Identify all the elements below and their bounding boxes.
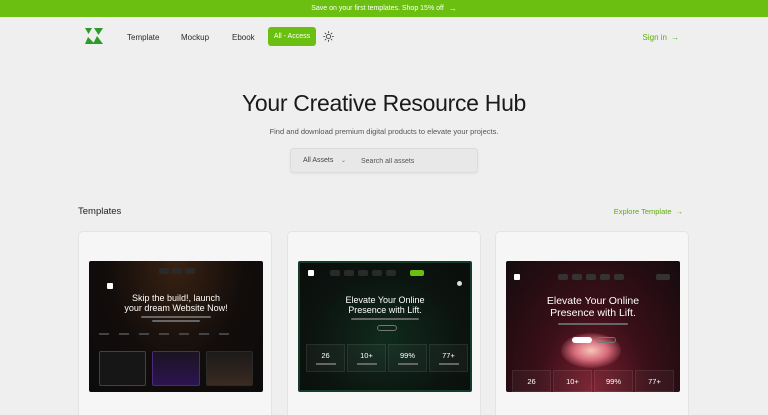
section-title: Templates [78, 206, 122, 217]
mini-logo-icon [308, 270, 314, 276]
mini-logo-icon [514, 274, 520, 280]
thumb-headline: your dream Website Now! [124, 303, 228, 313]
thumb-stats: 26 10+ 99% 77+ [512, 370, 674, 392]
page-subtitle: Find and download premium digital produc… [269, 127, 499, 136]
template-card[interactable]: Elevate Your Online Presence with Lift. … [287, 231, 481, 415]
mini-nav [506, 273, 680, 281]
template-card[interactable]: Elevate Your Online Presence with Lift. … [495, 231, 689, 415]
thumb-headline: Presence with Lift. [550, 307, 636, 319]
thumb-cta [572, 337, 592, 343]
thumb-cta [596, 337, 616, 343]
thumb-tabs [99, 331, 253, 337]
brand-logo-icon[interactable] [84, 27, 104, 45]
toggle-icon [457, 281, 462, 286]
template-thumbnail: Elevate Your Online Presence with Lift. … [298, 261, 472, 392]
all-access-button[interactable]: All - Access [268, 27, 316, 46]
thumb-headline: Presence with Lift. [348, 305, 422, 315]
thumb-headline: Elevate Your Online [345, 295, 425, 305]
search-input[interactable] [361, 154, 471, 168]
asset-filter-dropdown[interactable]: All Assets [303, 157, 333, 164]
sign-in-link[interactable]: Sign in → [643, 33, 679, 42]
promo-text: Save on your first templates. Shop 15% o… [311, 5, 444, 12]
arrow-right-icon: → [671, 33, 679, 42]
page-title: Your Creative Resource Hub [241, 90, 527, 116]
mini-nav [89, 267, 263, 275]
thumb-stats: 26 10+ 99% 77+ [306, 344, 468, 372]
template-card[interactable]: Skip the build!, launch your dream Websi… [78, 231, 272, 415]
chevron-down-icon[interactable]: ⌄ [341, 157, 346, 164]
template-thumbnail: Elevate Your Online Presence with Lift. … [506, 261, 680, 392]
explore-label: Explore Template [613, 207, 672, 216]
search-bar: All Assets ⌄ [290, 148, 478, 173]
thumb-mini-cards [99, 351, 253, 386]
sign-in-label: Sign in [642, 33, 667, 42]
top-nav: Template Mockup Ebook All - Access Sign … [0, 17, 768, 57]
thumb-cta [377, 325, 397, 331]
mini-nav [300, 269, 470, 277]
promo-banner[interactable]: Save on your first templates. Shop 15% o… [0, 0, 768, 17]
template-thumbnail: Skip the build!, launch your dream Websi… [89, 261, 263, 392]
thumb-headline: Skip the build!, launch [131, 293, 221, 303]
mini-logo-icon [107, 283, 113, 289]
nav-link-ebook[interactable]: Ebook [232, 33, 255, 42]
nav-link-mockup[interactable]: Mockup [181, 33, 209, 42]
nav-link-template[interactable]: Template [127, 33, 159, 42]
explore-template-link[interactable]: Explore Template → [614, 207, 683, 216]
arrow-right-icon: → [448, 4, 457, 13]
sun-icon[interactable] [323, 31, 334, 42]
arrow-right-icon: → [675, 207, 684, 216]
thumb-headline: Elevate Your Online [546, 295, 640, 307]
